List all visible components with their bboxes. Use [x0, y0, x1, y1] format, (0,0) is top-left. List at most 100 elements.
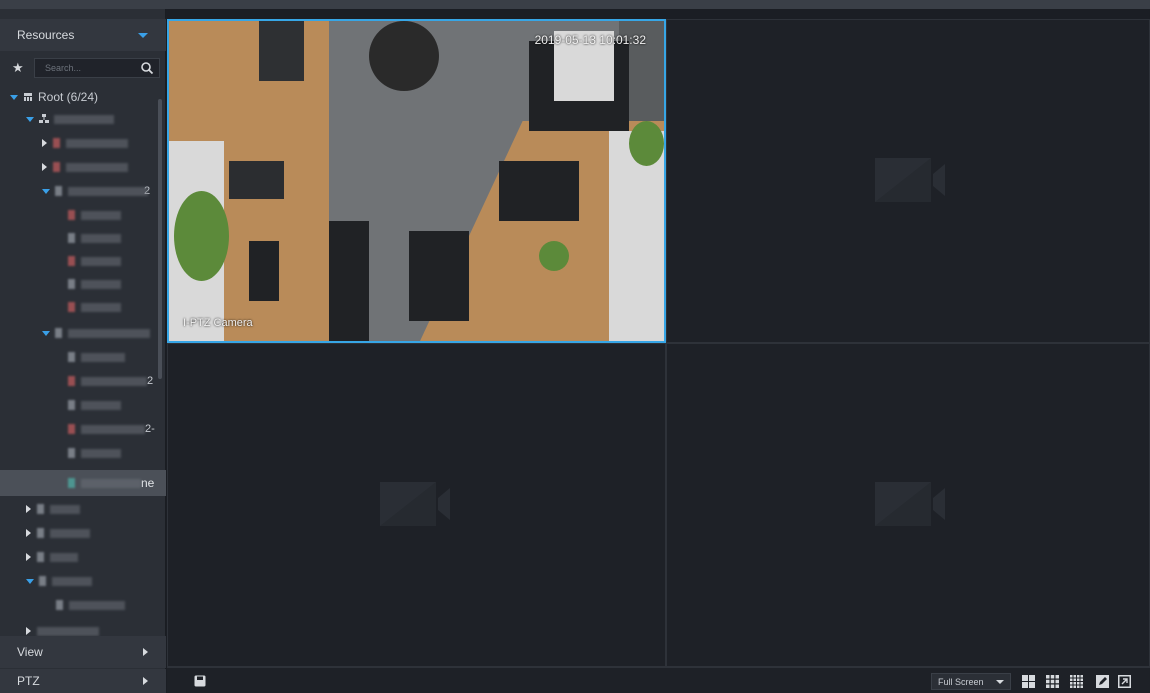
tree-channel[interactable] [68, 204, 121, 226]
video-pane-1[interactable]: 2019-05-13 10:01:32 I-PTZ Camera [167, 19, 666, 343]
channel-icon [56, 600, 63, 610]
redacted-label [50, 504, 80, 514]
device-icon [55, 328, 62, 338]
tree-channel[interactable] [68, 346, 125, 368]
redacted-label [81, 478, 141, 488]
channel-icon [68, 400, 75, 410]
tree-channel[interactable] [68, 296, 121, 318]
edit-layout-icon[interactable] [1096, 675, 1109, 688]
fullscreen-icon[interactable] [1118, 675, 1131, 688]
redacted-label [81, 424, 145, 434]
tree-channel[interactable] [68, 250, 121, 272]
video-camera-icon [875, 158, 945, 202]
tree-node-device[interactable] [26, 620, 99, 636]
tree-node-device[interactable] [42, 132, 128, 154]
layout-4-icon[interactable] [1022, 675, 1035, 688]
tree-node-root[interactable]: Root (6/24) [10, 86, 98, 108]
tree-node-device[interactable] [26, 498, 80, 520]
redacted-label [81, 400, 121, 410]
tree-node-group[interactable] [26, 108, 114, 130]
expand-arrow-icon[interactable] [26, 529, 31, 537]
expand-arrow-icon[interactable] [26, 553, 31, 561]
tree-channel[interactable] [68, 227, 121, 249]
channel-icon [68, 424, 75, 434]
redacted-label [37, 626, 99, 636]
tree-channel[interactable] [56, 594, 125, 616]
tree-node-device-expanded[interactable] [26, 570, 92, 592]
chevron-right-icon[interactable] [143, 677, 148, 685]
tree-node-device[interactable] [26, 546, 78, 568]
video-pane-2[interactable] [666, 19, 1150, 343]
expand-arrow-icon[interactable] [26, 578, 34, 584]
view-header[interactable]: View [0, 636, 166, 668]
redacted-label [81, 233, 121, 243]
expand-arrow-icon[interactable] [26, 627, 31, 635]
redacted-label [50, 528, 90, 538]
tree-node-device[interactable] [26, 522, 90, 544]
ptz-label: PTZ [17, 674, 40, 688]
tree-channel[interactable] [68, 273, 121, 295]
video-pane-3[interactable] [167, 343, 666, 667]
resource-tree: Root (6/24) 2 2- ne [0, 86, 158, 636]
expand-arrow-icon[interactable] [42, 188, 50, 194]
organization-icon [24, 93, 32, 101]
favorite-star-icon[interactable]: ★ [12, 60, 30, 76]
device-icon [37, 504, 44, 514]
tree-channel[interactable] [68, 442, 121, 464]
device-icon [37, 528, 44, 538]
redacted-label [81, 448, 121, 458]
bottom-toolbar: Full Screen [167, 667, 1150, 693]
tree-suffix: ne [141, 476, 155, 490]
layout-9-icon[interactable] [1046, 675, 1059, 688]
tree-channel[interactable]: 2- [68, 418, 155, 440]
channel-icon [68, 302, 75, 312]
redacted-label [52, 576, 92, 586]
chevron-down-icon[interactable] [996, 680, 1004, 684]
tree-suffix: 2 [147, 375, 154, 387]
tree-channel[interactable] [68, 394, 121, 416]
expand-arrow-icon[interactable] [10, 94, 18, 100]
expand-arrow-icon[interactable] [42, 139, 47, 147]
save-icon[interactable] [194, 675, 206, 687]
redacted-label [68, 328, 150, 338]
expand-arrow-icon[interactable] [42, 330, 50, 336]
tree-node-device[interactable] [42, 156, 128, 178]
tree-scrollbar[interactable] [158, 99, 162, 379]
redacted-label [81, 279, 121, 289]
resources-header[interactable]: Resources [0, 19, 166, 51]
fullscreen-select[interactable]: Full Screen [931, 673, 1011, 690]
device-icon [55, 186, 62, 196]
tree-channel-selected[interactable]: ne [68, 472, 154, 494]
top-bar [0, 0, 1150, 9]
expand-arrow-icon[interactable] [26, 116, 34, 122]
ptz-header[interactable]: PTZ [0, 669, 166, 693]
search-box [34, 58, 160, 78]
chevron-down-icon[interactable] [138, 32, 148, 38]
osd-timestamp: 2019-05-13 10:01:32 [534, 33, 646, 47]
chevron-right-icon[interactable] [143, 648, 148, 656]
expand-arrow-icon[interactable] [42, 163, 47, 171]
search-icon[interactable] [140, 61, 154, 75]
device-icon [53, 138, 60, 148]
device-icon [53, 162, 60, 172]
tree-node-device-expanded[interactable] [42, 322, 150, 344]
channel-icon [68, 478, 75, 488]
tree-channel[interactable]: 2 [68, 370, 153, 392]
search-row: ★ [0, 56, 166, 80]
device-icon [37, 552, 44, 562]
layout-16-icon[interactable] [1070, 675, 1083, 688]
video-pane-4[interactable] [666, 343, 1150, 667]
redacted-label [66, 162, 128, 172]
device-icon [39, 576, 46, 586]
channel-icon [68, 352, 75, 362]
channel-icon [68, 256, 75, 266]
redacted-label [69, 600, 125, 610]
channel-icon [68, 279, 75, 289]
expand-arrow-icon[interactable] [26, 505, 31, 513]
resources-label: Resources [17, 28, 75, 42]
tree-node-device-expanded[interactable]: 2 [42, 180, 150, 202]
redacted-label [81, 302, 121, 312]
view-label: View [17, 645, 43, 659]
channel-icon [68, 210, 75, 220]
channel-icon [68, 448, 75, 458]
